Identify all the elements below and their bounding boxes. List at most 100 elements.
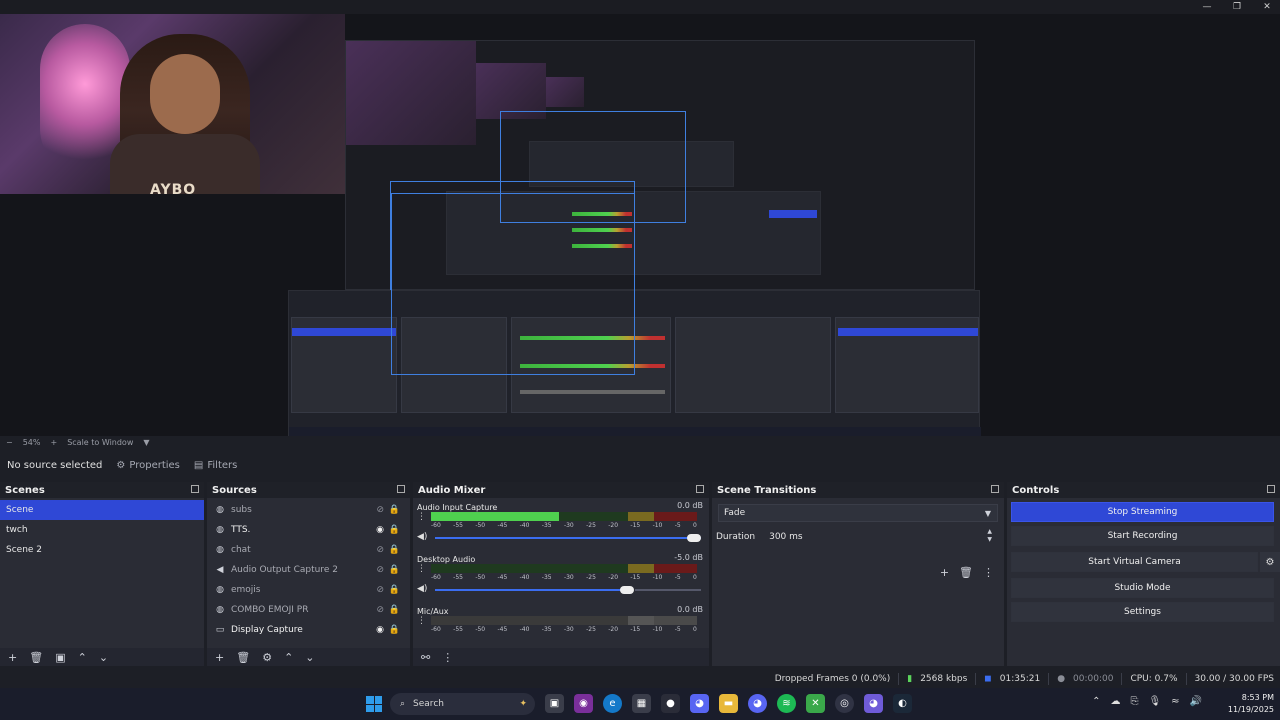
xbox-icon[interactable]: ✕ [806, 694, 825, 713]
volume-slider[interactable] [435, 537, 701, 539]
start-recording-button[interactable]: Start Recording [1011, 526, 1274, 546]
source-item[interactable]: ◍ subs ⊘ 🔒 [207, 500, 410, 520]
mic-app-icon[interactable]: ● [661, 694, 680, 713]
remove-scene-icon[interactable]: 🗑 [29, 651, 43, 664]
eye-icon[interactable]: ◉ [376, 625, 384, 635]
move-down-icon[interactable]: ⌄ [99, 651, 108, 664]
lock-icon[interactable]: 🔒 [389, 505, 400, 515]
move-down-icon[interactable]: ⌄ [305, 651, 314, 664]
windows-start-icon[interactable] [366, 696, 382, 712]
mic-icon[interactable]: 🎙 [1148, 696, 1161, 707]
mixer-menu-icon[interactable]: ⋮ [442, 651, 453, 664]
hidden-eye-icon[interactable]: ⊘ [376, 505, 384, 515]
remove-source-icon[interactable]: 🗑 [236, 651, 250, 664]
source-item[interactable]: ◍ TTS. ◉ 🔒 [207, 520, 410, 540]
store-icon[interactable]: ▦ [632, 694, 651, 713]
scene-filters-icon[interactable]: ▣ [55, 651, 65, 664]
meter-tick-label: -60 [431, 574, 441, 581]
undock-icon[interactable] [991, 485, 999, 493]
duration-field[interactable]: 300 ms ▲ ▼ [765, 528, 998, 546]
source-item[interactable]: ◍ emojis ⊘ 🔒 [207, 580, 410, 600]
edge-icon[interactable]: e [603, 694, 622, 713]
file-explorer-icon[interactable]: ▬ [719, 694, 738, 713]
zoom-out-icon[interactable]: − [6, 438, 13, 447]
channel-menu-icon[interactable]: ⋮ [417, 512, 426, 522]
stop-streaming-button[interactable]: Stop Streaming [1011, 502, 1274, 522]
lock-icon[interactable]: 🔒 [389, 525, 400, 535]
add-transition-icon[interactable]: + [940, 566, 949, 579]
meter-tick-label: -25 [586, 626, 596, 633]
hidden-eye-icon[interactable]: ⊘ [376, 585, 384, 595]
volume-knob[interactable] [687, 534, 701, 542]
audio-mixer-header: Audio Mixer [413, 482, 709, 498]
hidden-eye-icon[interactable]: ⊘ [376, 545, 384, 555]
nested-selection-frame [391, 193, 635, 375]
lock-icon[interactable]: 🔒 [389, 625, 400, 635]
cloud-icon[interactable]: ☁ [1110, 696, 1120, 707]
lock-icon[interactable]: 🔒 [389, 545, 400, 555]
network-icon[interactable]: ⎘ [1130, 696, 1138, 707]
hidden-eye-icon[interactable]: ⊘ [376, 605, 384, 615]
source-properties-icon[interactable]: ⚙ [262, 651, 272, 664]
undock-icon[interactable] [1267, 485, 1275, 493]
source-item[interactable]: ◀ Audio Output Capture 2 ⊘ 🔒 [207, 560, 410, 580]
properties-button[interactable]: ⚙ Properties [116, 460, 180, 471]
taskbar-clock[interactable]: 8:53 PM 11/19/2025 [1228, 692, 1274, 716]
channel-menu-icon[interactable]: ⋮ [417, 616, 426, 626]
maximize-icon[interactable]: ❐ [1232, 2, 1242, 12]
volume-knob[interactable] [619, 586, 634, 594]
studio-mode-button[interactable]: Studio Mode [1011, 578, 1274, 598]
move-up-icon[interactable]: ⌃ [78, 651, 87, 664]
scene-item[interactable]: twch [0, 520, 204, 540]
add-scene-icon[interactable]: + [8, 651, 17, 664]
chevron-up-icon[interactable]: ⌃ [1092, 696, 1100, 707]
filters-button[interactable]: ▤ Filters [194, 460, 237, 471]
undock-icon[interactable] [696, 485, 704, 493]
taskbar-search[interactable]: ⌕ Search ✦ [390, 693, 535, 715]
virtual-camera-settings-icon[interactable]: ⚙ [1260, 552, 1280, 572]
spin-arrows-icon[interactable]: ▲ ▼ [987, 528, 992, 544]
meter-tick-label: -35 [541, 574, 552, 581]
transition-select[interactable]: Fade ▼ [718, 504, 998, 522]
stream-preview[interactable]: AYBO [0, 14, 1280, 444]
scale-mode-label[interactable]: Scale to Window [67, 438, 133, 447]
scene-item[interactable]: Scene [0, 500, 204, 520]
discord-ptb-icon[interactable]: ◕ [864, 694, 883, 713]
steam-icon[interactable]: ◐ [893, 694, 912, 713]
undock-icon[interactable] [397, 485, 405, 493]
settings-button[interactable]: Settings [1011, 602, 1274, 622]
source-item[interactable]: ◍ COMBO EMOJI PR ⊘ 🔒 [207, 600, 410, 620]
lock-icon[interactable]: 🔒 [389, 605, 400, 615]
discord-alt-icon[interactable]: ◕ [748, 694, 767, 713]
spotify-icon[interactable]: ≋ [777, 694, 796, 713]
source-item[interactable]: ▭ Display Capture ◉ 🔒 [207, 620, 410, 640]
eye-icon[interactable]: ◉ [376, 525, 384, 535]
undock-icon[interactable] [191, 485, 199, 493]
remove-transition-icon[interactable]: 🗑 [959, 566, 973, 579]
add-source-icon[interactable]: + [215, 651, 224, 664]
volume-icon[interactable]: 🔊 [1190, 696, 1202, 707]
source-item[interactable]: ◍ chat ⊘ 🔒 [207, 540, 410, 560]
start-virtual-camera-button[interactable]: Start Virtual Camera [1011, 552, 1258, 572]
wifi-icon[interactable]: ≈ [1171, 696, 1179, 707]
advanced-audio-icon[interactable]: ⚯ [421, 651, 430, 664]
gear-icon: ⚙ [116, 459, 126, 471]
scene-item[interactable]: Scene 2 [0, 540, 204, 560]
speaker-icon[interactable]: ◀) [417, 532, 427, 542]
close-icon[interactable]: ✕ [1262, 2, 1272, 12]
obs-app-icon[interactable]: ◉ [574, 694, 593, 713]
minimize-icon[interactable]: — [1202, 2, 1212, 12]
transition-menu-icon[interactable]: ⋮ [983, 566, 994, 579]
discord-icon[interactable]: ◕ [690, 694, 709, 713]
hidden-eye-icon[interactable]: ⊘ [376, 565, 384, 575]
obs-studio-icon[interactable]: ◎ [835, 694, 854, 713]
channel-menu-icon[interactable]: ⋮ [417, 564, 426, 574]
task-view-icon[interactable]: ▣ [545, 694, 564, 713]
lock-icon[interactable]: 🔒 [389, 565, 400, 575]
volume-slider[interactable] [435, 589, 630, 591]
zoom-in-icon[interactable]: + [50, 438, 57, 447]
lock-icon[interactable]: 🔒 [389, 585, 400, 595]
speaker-icon[interactable]: ◀) [417, 584, 427, 594]
scale-mode-dropdown-icon[interactable]: ▼ [143, 438, 149, 447]
move-up-icon[interactable]: ⌃ [284, 651, 293, 664]
